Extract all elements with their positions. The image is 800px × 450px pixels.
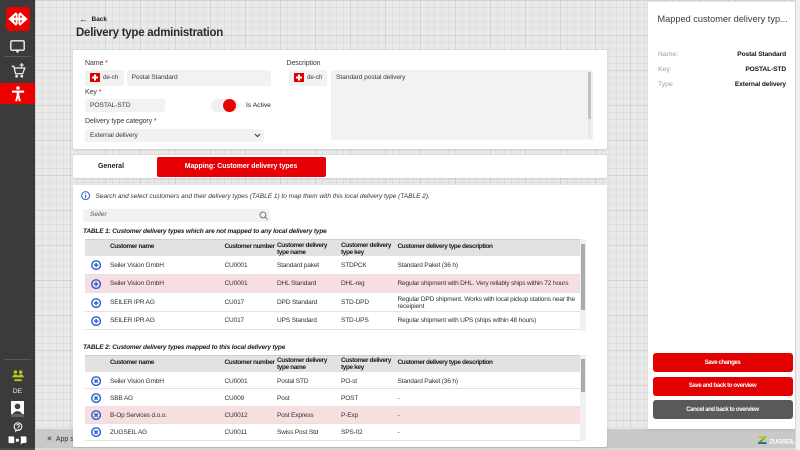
svg-text:ZUGSEIL: ZUGSEIL: [769, 438, 795, 445]
